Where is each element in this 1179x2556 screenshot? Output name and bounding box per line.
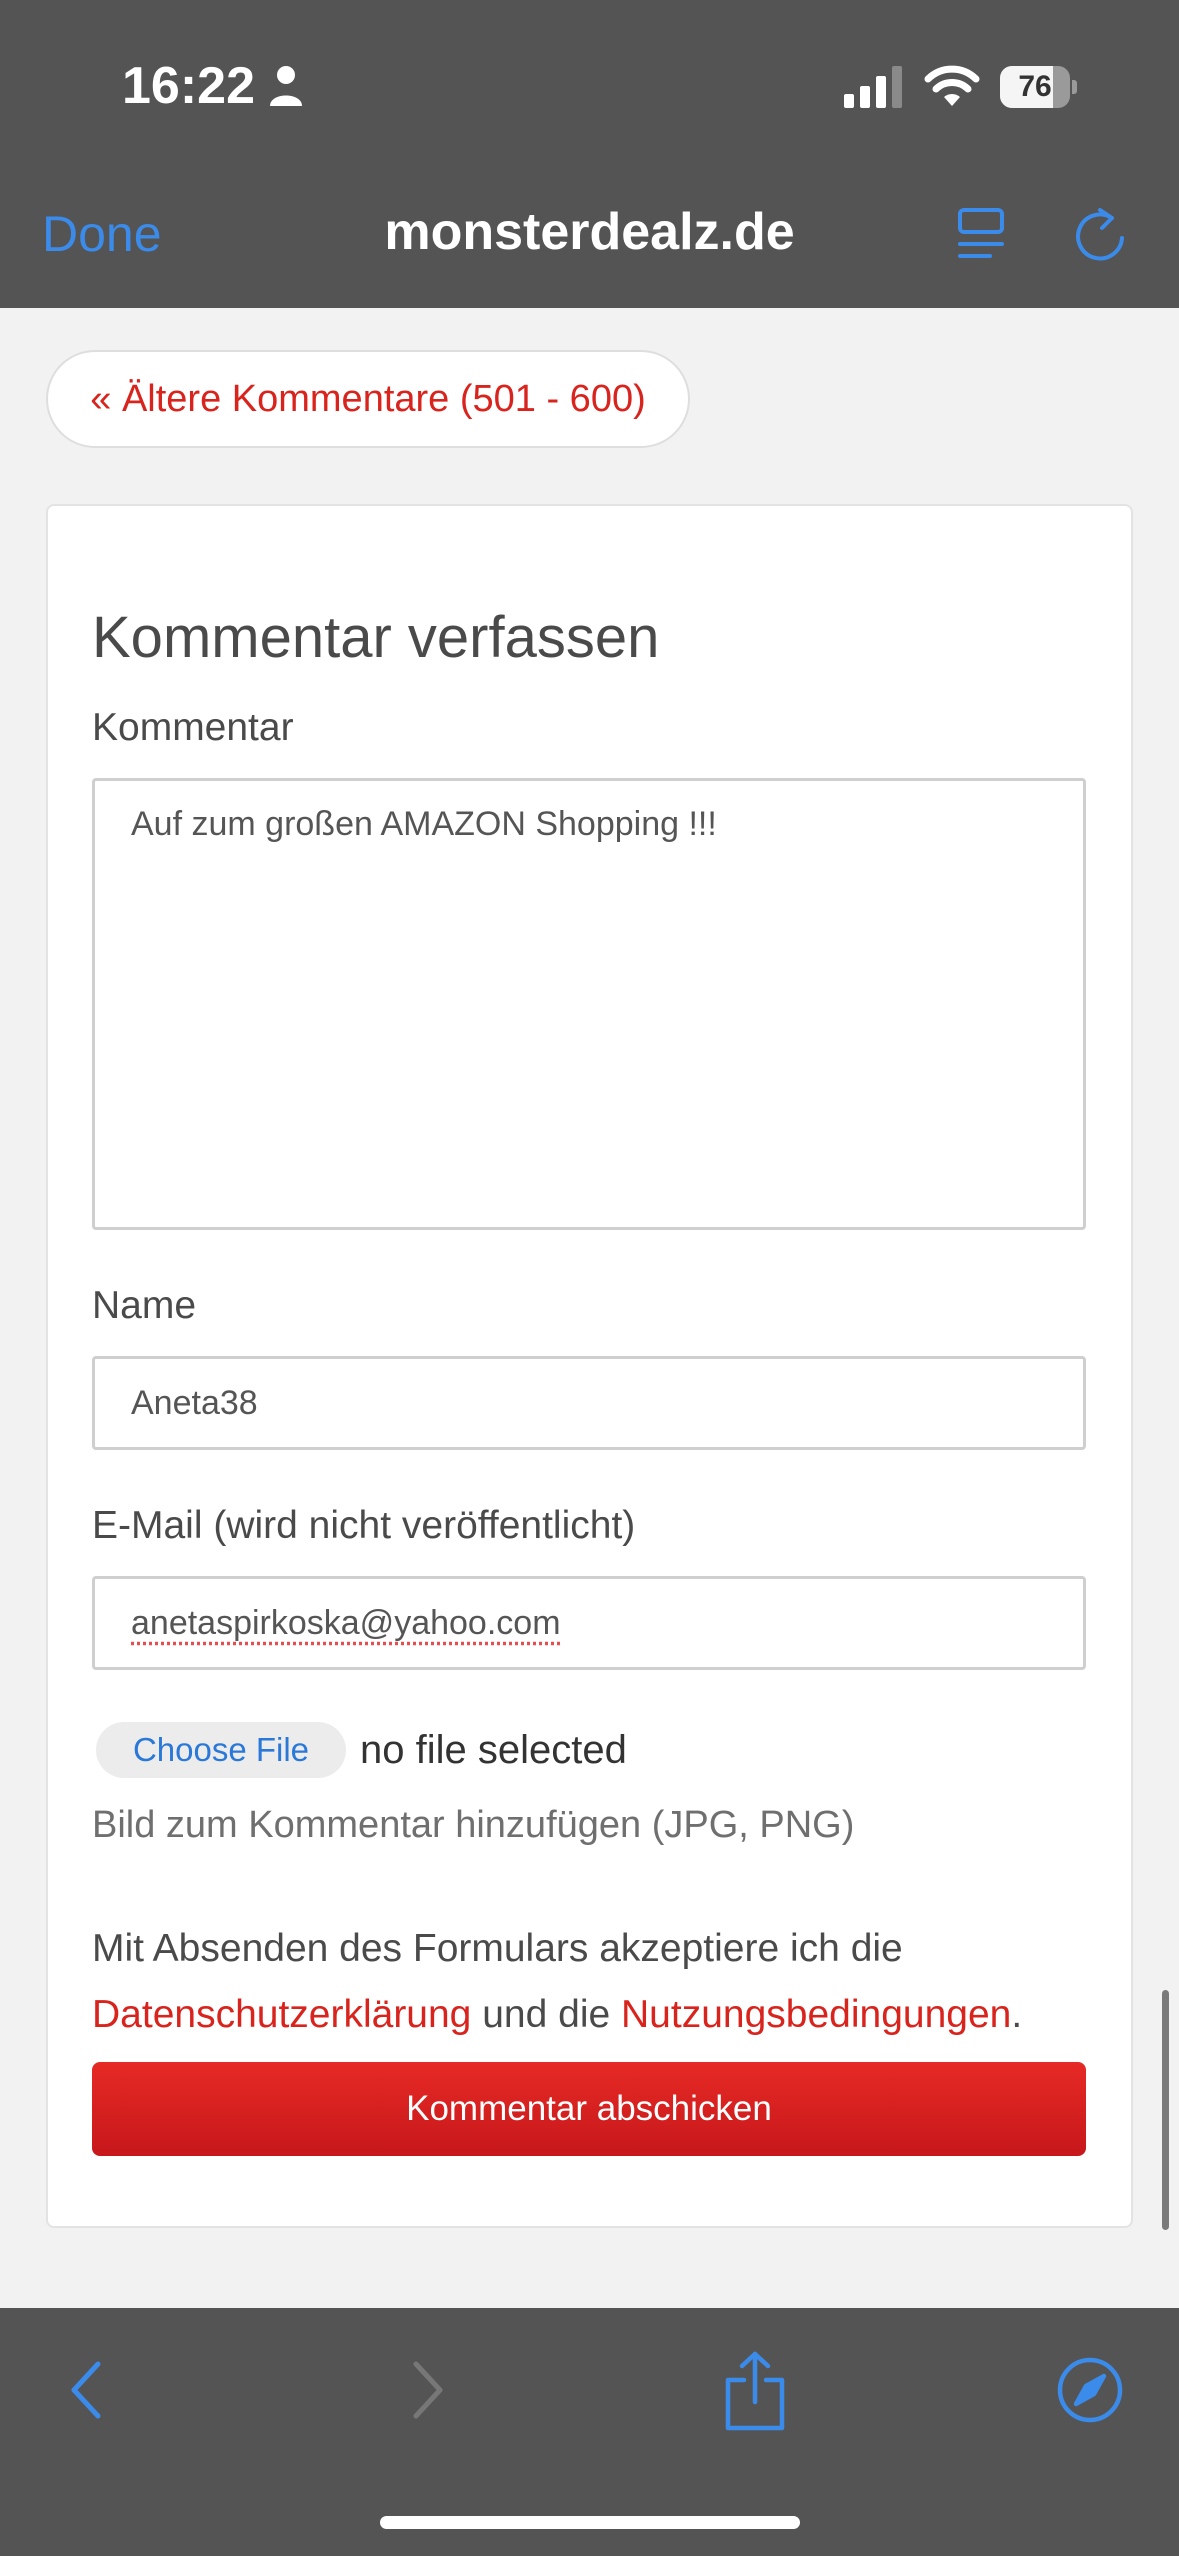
share-icon[interactable] xyxy=(722,2350,788,2432)
scrollbar[interactable] xyxy=(1162,1990,1169,2230)
name-value: Aneta38 xyxy=(131,1384,258,1422)
consent-text: Mit Absenden des Formulars akzeptiere ic… xyxy=(92,1916,1092,2048)
consent-middle: und die xyxy=(482,1993,611,2036)
file-status: no file selected xyxy=(360,1728,627,1772)
forward-icon xyxy=(413,2361,443,2419)
status-time: 16:22 xyxy=(122,57,255,115)
compass-icon[interactable] xyxy=(1056,2356,1124,2424)
email-label: E-Mail (wird nicht veröffentlicht) xyxy=(92,1504,636,1547)
reader-icon[interactable] xyxy=(956,206,1006,262)
wifi-icon xyxy=(924,65,980,106)
comment-text: Auf zum großen AMAZON Shopping !!! xyxy=(131,805,717,843)
signal-icon xyxy=(844,66,902,108)
comment-textarea[interactable]: Auf zum großen AMAZON Shopping !!! xyxy=(92,778,1086,1230)
name-label: Name xyxy=(92,1284,197,1327)
reload-icon[interactable] xyxy=(1072,204,1128,264)
top-bar: 16:22 76 Done monsterdealz.de xyxy=(0,0,1179,308)
person-icon xyxy=(270,66,302,106)
privacy-link[interactable]: Datenschutzerklärung xyxy=(92,1993,471,2036)
form-heading: Kommentar verfassen xyxy=(92,605,660,670)
back-icon[interactable] xyxy=(66,2358,106,2422)
email-value: anetaspirkoska@yahoo.com xyxy=(131,1604,561,1642)
image-hint: Bild zum Kommentar hinzufügen (JPG, PNG) xyxy=(92,1804,855,1846)
terms-link[interactable]: Nutzungsbedingungen xyxy=(621,1993,1011,2036)
choose-file-button[interactable]: Choose File xyxy=(96,1722,346,1778)
consent-suffix: . xyxy=(1011,1993,1023,2036)
submit-comment-button[interactable]: Kommentar abschicken xyxy=(92,2062,1086,2156)
consent-prefix: Mit Absenden des Formulars akzeptiere ic… xyxy=(92,1927,903,1970)
email-input[interactable]: anetaspirkoska@yahoo.com xyxy=(92,1576,1086,1670)
comment-label: Kommentar xyxy=(92,706,294,749)
battery-indicator: 76 xyxy=(1000,66,1077,108)
home-indicator[interactable] xyxy=(380,2516,800,2529)
older-comments-button[interactable]: « Ältere Kommentare (501 - 600) xyxy=(46,350,690,448)
name-input[interactable]: Aneta38 xyxy=(92,1356,1086,1450)
